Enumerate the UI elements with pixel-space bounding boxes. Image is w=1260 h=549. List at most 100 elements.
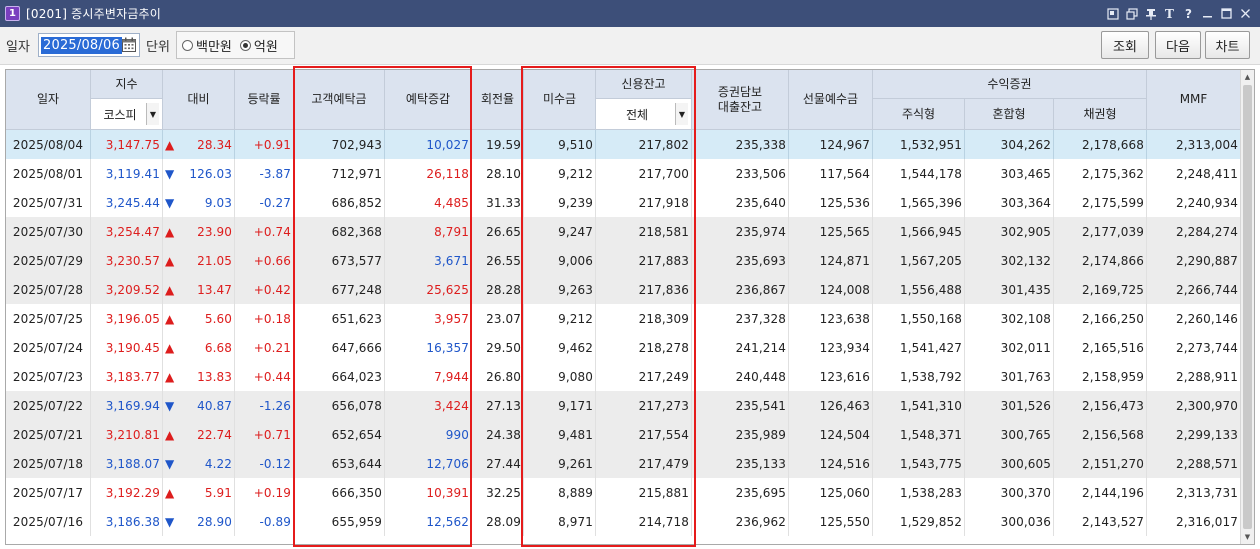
col-mmf-header[interactable]: MMF (1147, 70, 1241, 130)
col-fund-mixed-header[interactable]: 혼합형 (965, 99, 1054, 130)
close-icon[interactable] (1239, 7, 1252, 21)
index-select[interactable]: 코스피 ▼ (91, 99, 163, 130)
cell-date-value: 2025/07/29 (12, 253, 84, 268)
table-row[interactable]: 2025/07/28 3,209.52 ▲ 13.47 +0.42 677,248 25,6… (6, 275, 1241, 304)
cell-deposit-change-value: 7,944 (434, 369, 469, 384)
chevron-down-icon[interactable]: ▼ (675, 103, 688, 125)
cell-fund-bond-value: 2,158,959 (1082, 369, 1144, 384)
col-change-header[interactable]: 대비 (163, 70, 235, 130)
cell-deposit: 673,577 (294, 246, 385, 275)
scroll-thumb[interactable] (1243, 85, 1252, 529)
cell-date-value: 2025/07/28 (12, 282, 84, 297)
table-row[interactable]: 2025/07/18 3,188.07 ▼ 4.22 -0.12 653,644 12,70… (6, 449, 1241, 478)
cell-loan-value: 237,328 (735, 311, 786, 326)
date-input[interactable]: 2025/08/06 (38, 33, 140, 57)
col-turnover-header[interactable]: 회전율 (472, 70, 524, 130)
cell-change-value: 9.03 (204, 195, 232, 210)
col-futures-header[interactable]: 선물예수금 (789, 70, 873, 130)
scroll-up-icon[interactable]: ▲ (1241, 70, 1254, 84)
table-row[interactable]: 2025/08/04 3,147.75 ▲ 28.34 +0.91 702,943 10,0… (6, 130, 1241, 159)
cell-deposit-change-value: 10,391 (426, 485, 469, 500)
chart-button[interactable]: 차트 (1205, 31, 1250, 59)
table-row[interactable]: 2025/07/23 3,183.77 ▲ 13.83 +0.44 664,023 7,94… (6, 362, 1241, 391)
table-row[interactable]: 2025/07/30 3,254.47 ▲ 23.90 +0.74 682,368 8,79… (6, 217, 1241, 246)
cell-receivable: 9,510 (524, 130, 596, 159)
cell-change: ▲ 13.83 (163, 362, 235, 391)
cell-fund-bond: 2,143,527 (1054, 507, 1147, 536)
cell-fund-stock: 1,544,178 (873, 159, 965, 188)
col-receivable-header[interactable]: 미수금 (524, 70, 596, 130)
cell-futures-value: 125,565 (819, 224, 870, 239)
table-row[interactable]: 2025/07/24 3,190.45 ▲ 6.68 +0.21 647,666 16,35… (6, 333, 1241, 362)
cell-turnover: 19.59 (472, 130, 524, 159)
cell-loan-value: 233,506 (735, 166, 786, 181)
col-fund-stock-header[interactable]: 주식형 (873, 99, 965, 130)
table-row[interactable]: 2025/07/17 3,192.29 ▲ 5.91 +0.19 666,350 10,39… (6, 478, 1241, 507)
scroll-down-icon[interactable]: ▼ (1241, 530, 1254, 544)
col-rate-header[interactable]: 등락률 (235, 70, 294, 130)
unit-option-million[interactable]: 백만원 (196, 36, 232, 55)
query-button[interactable]: 조회 (1101, 31, 1149, 59)
cell-change-value: 126.03 (189, 166, 232, 181)
cell-date: 2025/07/22 (6, 391, 91, 420)
table-row[interactable]: 2025/07/21 3,210.81 ▲ 22.74 +0.71 652,654 990 2… (6, 420, 1241, 449)
cell-mmf: 2,273,744 (1147, 333, 1241, 362)
unit-radio-hundred-million[interactable] (239, 39, 251, 51)
cell-mmf: 2,313,731 (1147, 478, 1241, 507)
credit-select[interactable]: 전체 ▼ (596, 99, 692, 130)
vertical-scrollbar[interactable]: ▲ ▼ (1240, 70, 1254, 544)
col-deposit-header[interactable]: 고객예탁금 (294, 70, 385, 130)
cell-turnover: 23.07 (472, 304, 524, 333)
cell-receivable-value: 9,006 (558, 253, 593, 268)
up-triangle-icon: ▲ (165, 485, 175, 500)
unit-option-hundred-million[interactable]: 억원 (254, 36, 278, 55)
cell-fund-bond-value: 2,156,473 (1082, 398, 1144, 413)
cell-mmf: 2,240,934 (1147, 188, 1241, 217)
col-deposit-change-header[interactable]: 예탁증감 (385, 70, 472, 130)
help-icon[interactable]: ? (1182, 7, 1195, 21)
cell-futures-value: 124,967 (819, 137, 870, 152)
cell-fund-mixed: 302,905 (965, 217, 1054, 246)
copy-window-icon[interactable] (1125, 7, 1138, 21)
cell-index: 3,190.45 (91, 333, 163, 362)
cell-rate: -0.27 (235, 188, 294, 217)
table-row[interactable]: 2025/08/01 3,119.41 ▼ 126.03 -3.87 712,971 26,… (6, 159, 1241, 188)
cell-rate: +0.21 (235, 333, 294, 362)
cell-deposit-change: 10,027 (385, 130, 472, 159)
cell-deposit-change: 12,562 (385, 507, 472, 536)
table-row[interactable]: 2025/07/25 3,196.05 ▲ 5.60 +0.18 651,623 3,957… (6, 304, 1241, 333)
pin-icon[interactable] (1144, 7, 1157, 21)
font-size-icon[interactable]: T (1163, 7, 1176, 21)
cell-mmf-value: 2,288,571 (1176, 456, 1238, 471)
chevron-down-icon[interactable]: ▼ (146, 103, 159, 125)
unit-radio-million[interactable] (182, 39, 193, 51)
link-icon[interactable] (1106, 7, 1119, 21)
cell-rate: +0.42 (235, 275, 294, 304)
maximize-icon[interactable] (1220, 7, 1233, 21)
cell-deposit: 647,666 (294, 333, 385, 362)
table-row[interactable]: 2025/07/31 3,245.44 ▼ 9.03 -0.27 686,852 4,485… (6, 188, 1241, 217)
col-fund-bond-header[interactable]: 채권형 (1054, 99, 1147, 130)
cell-fund-bond: 2,169,725 (1054, 275, 1147, 304)
minimize-icon[interactable] (1201, 7, 1214, 21)
cell-futures: 125,550 (789, 507, 873, 536)
cell-mmf: 2,266,744 (1147, 275, 1241, 304)
cell-futures: 124,967 (789, 130, 873, 159)
cell-rate: +0.91 (235, 130, 294, 159)
cell-index: 3,119.41 (91, 159, 163, 188)
calendar-icon[interactable] (121, 37, 137, 53)
cell-change-value: 5.91 (204, 485, 232, 500)
cell-credit: 218,581 (596, 217, 692, 246)
table-row[interactable]: 2025/07/29 3,230.57 ▲ 21.05 +0.66 673,577 3,67… (6, 246, 1241, 275)
next-button[interactable]: 다음 (1155, 31, 1201, 59)
cell-mmf-value: 2,288,911 (1176, 369, 1238, 384)
table-row[interactable]: 2025/07/22 3,169.94 ▼ 40.87 -1.26 656,078 3,42… (6, 391, 1241, 420)
col-loan-header[interactable]: 증권담보 대출잔고 (692, 70, 789, 130)
col-date-header[interactable]: 일자 (6, 70, 91, 130)
cell-fund-stock-value: 1,538,792 (900, 369, 962, 384)
date-value[interactable]: 2025/08/06 (41, 36, 122, 54)
cell-fund-mixed-value: 300,036 (1000, 514, 1051, 529)
cell-deposit: 702,943 (294, 130, 385, 159)
cell-fund-mixed-value: 303,364 (1000, 195, 1051, 210)
table-row[interactable]: 2025/07/16 3,186.38 ▼ 28.90 -0.89 655,959 12,5… (6, 507, 1241, 536)
